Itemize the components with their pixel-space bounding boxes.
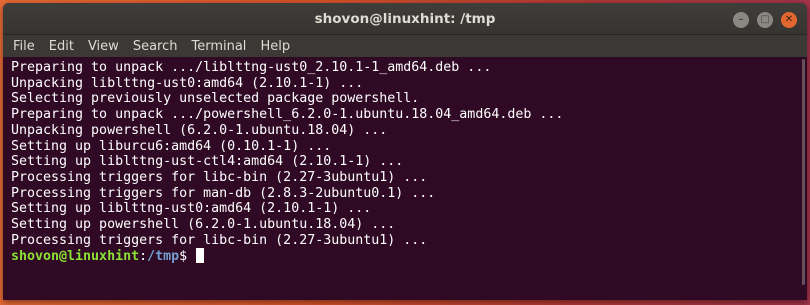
menu-file[interactable]: File — [13, 39, 35, 54]
close-icon[interactable]: ✕ — [781, 12, 797, 28]
terminal-output[interactable]: Preparing to unpack .../liblttng-ust0_2.… — [3, 57, 807, 265]
terminal-line: Preparing to unpack .../powershell_6.2.0… — [11, 107, 564, 123]
menu-view[interactable]: View — [88, 39, 119, 54]
terminal-line: Setting up liburcu6:amd64 (0.10.1-1) ... — [11, 138, 332, 154]
prompt-symbol: $ — [179, 249, 196, 265]
title-bar[interactable]: shovon@linuxhint: /tmp – □ ✕ — [3, 3, 807, 35]
scrollbar[interactable] — [802, 59, 805, 285]
prompt-separator: : — [139, 249, 148, 265]
terminal-line: Unpacking liblttng-ust0:amd64 (2.10.1-1)… — [11, 75, 364, 91]
menu-search[interactable]: Search — [133, 39, 178, 54]
terminal-line: Selecting previously unselected package … — [11, 91, 420, 107]
menu-help[interactable]: Help — [260, 39, 290, 54]
menu-bar: File Edit View Search Terminal Help — [3, 35, 807, 57]
text-cursor — [196, 248, 205, 264]
window-title: shovon@linuxhint: /tmp — [314, 11, 496, 27]
terminal-line: Setting up liblttng-ust-ctl4:amd64 (2.10… — [11, 154, 404, 170]
minimize-icon[interactable]: – — [733, 12, 749, 28]
terminal-line: Processing triggers for libc-bin (2.27-3… — [11, 169, 428, 185]
terminal-line: Unpacking powershell (6.2.0-1.ubuntu.18.… — [11, 122, 388, 138]
terminal-line: Setting up liblttng-ust0:amd64 (2.10.1-1… — [11, 201, 372, 217]
maximize-icon[interactable]: □ — [757, 12, 773, 28]
menu-edit[interactable]: Edit — [49, 39, 74, 54]
terminal-line: Processing triggers for man-db (2.8.3-2u… — [11, 185, 436, 201]
prompt-user-host: shovon@linuxhint — [11, 249, 140, 265]
prompt-path: /tmp — [147, 249, 180, 265]
terminal-window: shovon@linuxhint: /tmp – □ ✕ File Edit V… — [3, 3, 807, 300]
prompt-line[interactable]: shovon@linuxhint:/tmp$ — [11, 248, 807, 265]
terminal-line: Processing triggers for libc-bin (2.27-3… — [11, 232, 428, 248]
terminal-line: Setting up powershell (6.2.0-1.ubuntu.18… — [11, 217, 396, 233]
window-controls: – □ ✕ — [733, 12, 797, 28]
terminal-line: Preparing to unpack .../liblttng-ust0_2.… — [11, 60, 492, 75]
menu-terminal[interactable]: Terminal — [191, 39, 246, 54]
